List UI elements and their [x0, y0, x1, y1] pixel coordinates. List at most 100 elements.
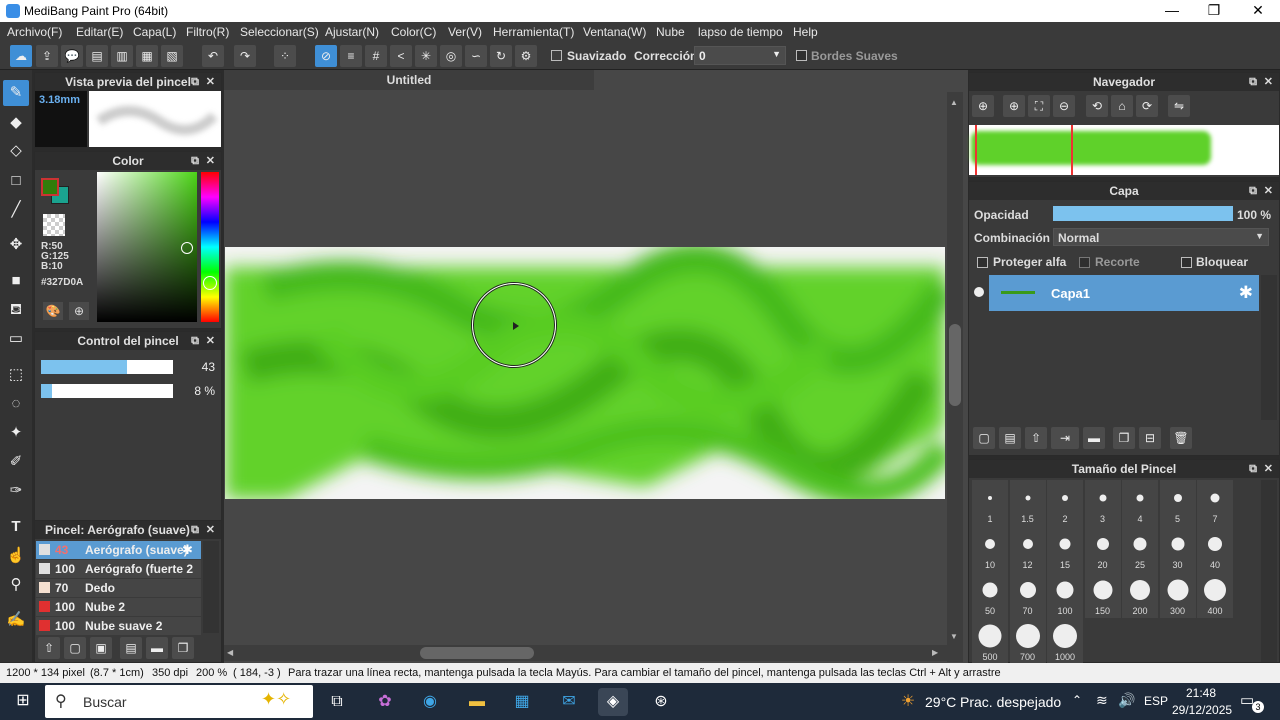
- merge-layer-icon[interactable]: ⊟: [1139, 427, 1161, 449]
- soft-edges-checkbox[interactable]: [796, 50, 807, 61]
- parallel-snap-icon[interactable]: ≡: [340, 45, 362, 67]
- brush-size-option[interactable]: 50: [972, 572, 1008, 618]
- fit-view-icon[interactable]: ⛶: [1028, 95, 1050, 117]
- horizontal-scroll-thumb[interactable]: [420, 647, 534, 659]
- palette-icon[interactable]: 🎨: [43, 302, 63, 320]
- copilot-icon[interactable]: ✿: [370, 688, 400, 716]
- menu-ajustar[interactable]: Ajustar(N): [325, 25, 379, 39]
- brush-folder-icon[interactable]: ▬: [146, 637, 168, 659]
- select-pen-icon[interactable]: ✐: [3, 449, 29, 475]
- brush-size-option[interactable]: 1.5: [1009, 480, 1046, 526]
- brush-size-option[interactable]: 7: [1197, 480, 1233, 526]
- scroll-up-icon[interactable]: ▲: [950, 98, 958, 107]
- new-brush-icon[interactable]: ▢: [64, 637, 86, 659]
- upload-icon[interactable]: ⇪: [36, 45, 58, 67]
- float-icon[interactable]: ⧉: [191, 152, 199, 170]
- menu-ver[interactable]: Ver(V): [448, 25, 482, 39]
- brush-list-item[interactable]: 70 Dedo: [36, 579, 201, 597]
- store-icon[interactable]: ▦: [507, 688, 537, 716]
- canvas-vertical-scrollbar[interactable]: ▲ ▼: [947, 92, 963, 662]
- lock-checkbox[interactable]: [1181, 257, 1192, 268]
- restore-button[interactable]: ❐: [1192, 0, 1236, 22]
- task-view-icon[interactable]: ⧉: [322, 688, 352, 716]
- scroll-right-icon[interactable]: ▶: [932, 648, 938, 657]
- menu-herramienta[interactable]: Herramienta(T): [493, 25, 574, 39]
- circle-snap-icon[interactable]: ◎: [440, 45, 462, 67]
- float-icon[interactable]: ⧉: [191, 73, 199, 91]
- brush-size-option[interactable]: 1000: [1047, 618, 1083, 664]
- new-layer-icon[interactable]: ▢: [973, 427, 995, 449]
- hue-slider-handle[interactable]: [203, 276, 217, 290]
- brush-size-option[interactable]: 400: [1197, 572, 1233, 618]
- document-tab[interactable]: Untitled: [224, 70, 594, 90]
- close-icon[interactable]: ✕: [206, 152, 215, 170]
- float-icon[interactable]: ⧉: [191, 332, 199, 350]
- clock-date[interactable]: 29/12/2025: [1172, 703, 1232, 717]
- language-indicator[interactable]: ESP: [1144, 694, 1168, 708]
- new-8bit-layer-icon[interactable]: ⇧: [1025, 427, 1047, 449]
- brush-size-option[interactable]: 25: [1122, 526, 1158, 572]
- taskbar-search-box[interactable]: ⚲ Buscar ✦✧: [45, 685, 313, 718]
- brush-size-option[interactable]: 300: [1159, 572, 1196, 618]
- brush-size-option[interactable]: 20: [1084, 526, 1121, 572]
- bucket-tool-icon[interactable]: ⛾: [3, 297, 29, 323]
- menu-editar[interactable]: Editar(E): [76, 25, 123, 39]
- rectangle-tool-icon[interactable]: □: [3, 168, 29, 194]
- eyedropper-tool-icon[interactable]: ⚲: [3, 572, 29, 598]
- menu-help[interactable]: Help: [793, 25, 818, 39]
- list-icon[interactable]: ▦: [136, 45, 158, 67]
- rotate-icon[interactable]: ↻: [490, 45, 512, 67]
- move-tool-icon[interactable]: ✥: [3, 232, 29, 258]
- menu-filtro[interactable]: Filtro(R): [186, 25, 229, 39]
- document-icon[interactable]: ▥: [111, 45, 133, 67]
- speaker-icon[interactable]: 🔊: [1118, 692, 1135, 709]
- obs-icon[interactable]: ⊛: [646, 688, 676, 716]
- rotate-left-icon[interactable]: ⟲: [1086, 95, 1108, 117]
- edge-icon[interactable]: ◉: [415, 688, 445, 716]
- layer-visibility-toggle[interactable]: [969, 275, 989, 311]
- brush-list-item[interactable]: 100 Aerógrafo (fuerte 2: [36, 560, 201, 578]
- protect-alpha-checkbox[interactable]: [977, 257, 988, 268]
- brush-size-option[interactable]: 3: [1084, 480, 1121, 526]
- vertical-scroll-thumb[interactable]: [949, 324, 961, 406]
- redo-icon[interactable]: ↷: [234, 45, 256, 67]
- palette-add-icon[interactable]: ⊕: [69, 302, 89, 320]
- scroll-left-icon[interactable]: ◀: [227, 648, 233, 657]
- brush-size-option[interactable]: 100: [1047, 572, 1083, 618]
- dots-icon[interactable]: ⁘: [274, 45, 296, 67]
- layer-settings-gear-icon[interactable]: ✱: [1239, 283, 1253, 303]
- line-tool-icon[interactable]: ╱: [3, 197, 29, 223]
- cloud-icon[interactable]: ☁: [10, 45, 32, 67]
- fill-rect-icon[interactable]: ■: [3, 268, 29, 294]
- hue-slider[interactable]: [201, 172, 219, 322]
- float-icon[interactable]: ⧉: [1249, 73, 1257, 91]
- reset-rotation-icon[interactable]: ⌂: [1111, 95, 1133, 117]
- blend-mode-select[interactable]: Normal ▼: [1053, 228, 1269, 246]
- brush-settings-gear-icon[interactable]: ✱: [182, 542, 196, 557]
- layer-opacity-slider[interactable]: [1053, 206, 1233, 221]
- magic-wand-icon[interactable]: ✦: [3, 420, 29, 446]
- menu-color[interactable]: Color(C): [391, 25, 436, 39]
- operation-tool-icon[interactable]: ☝: [3, 543, 29, 569]
- wifi-icon[interactable]: ≋: [1096, 692, 1108, 709]
- menu-archivo[interactable]: Archivo(F): [7, 25, 62, 39]
- select-rect-icon[interactable]: ⬚: [3, 362, 29, 388]
- brush-size-option[interactable]: 150: [1084, 572, 1121, 618]
- medibang-taskbar-icon[interactable]: ◈: [598, 688, 628, 716]
- windows-start-icon[interactable]: ⊞: [8, 687, 38, 715]
- vanishing-snap-icon[interactable]: <: [390, 45, 412, 67]
- clipping-checkbox[interactable]: [1079, 257, 1090, 268]
- close-icon[interactable]: ✕: [206, 332, 215, 350]
- brush-size-option[interactable]: 1: [972, 480, 1008, 526]
- menu-lapso[interactable]: lapso de tiempo: [698, 25, 783, 39]
- radial-snap-icon[interactable]: ✳: [415, 45, 437, 67]
- menu-nube[interactable]: Nube: [656, 25, 685, 39]
- menu-seleccionar[interactable]: Seleccionar(S): [240, 25, 319, 39]
- chevron-up-icon[interactable]: ⌃: [1072, 693, 1082, 707]
- close-button[interactable]: ✕: [1236, 0, 1280, 22]
- brush-size-option[interactable]: 15: [1047, 526, 1083, 572]
- zoom-view-icon[interactable]: ⊕: [972, 95, 994, 117]
- outlook-icon[interactable]: ✉: [554, 688, 584, 716]
- menu-ventana[interactable]: Ventana(W): [583, 25, 646, 39]
- add-brush-menu-icon[interactable]: ▣: [90, 637, 112, 659]
